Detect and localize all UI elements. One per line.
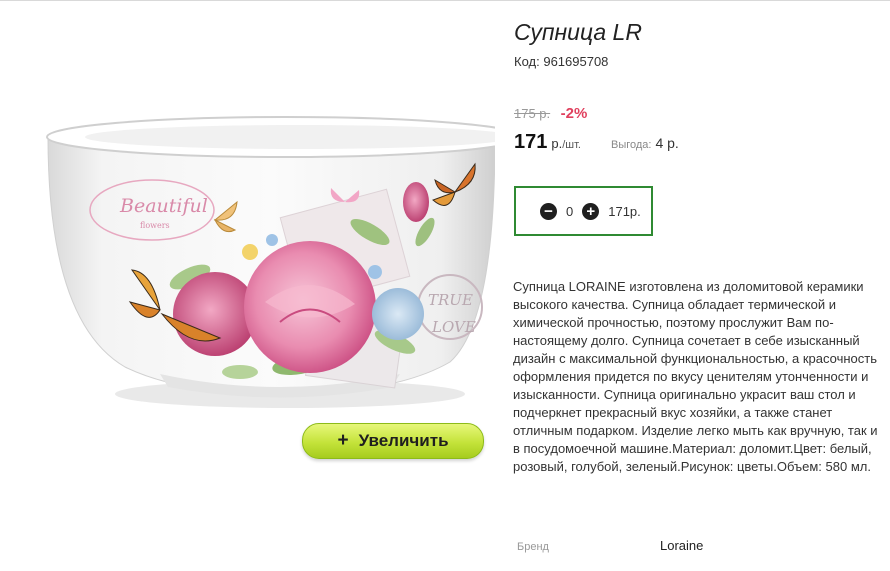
discount-badge: -2% (560, 105, 588, 122)
top-divider (0, 0, 890, 1)
old-price: 175 р. (514, 106, 551, 121)
image-label-beautiful: Beautiful (119, 195, 208, 217)
benefit-label: Выгода: (610, 139, 652, 151)
quantity-value[interactable]: 0 (566, 204, 573, 219)
brand-row: Бренд Loraine (517, 538, 703, 553)
plus-icon: + (337, 430, 349, 451)
product-code: Код: 961695708 (514, 54, 608, 69)
price-unit: р./шт. (551, 136, 581, 151)
image-label-love: LOVE (431, 318, 476, 336)
product-code-value: 961695708 (543, 54, 609, 69)
zoom-button[interactable]: + Увеличить (302, 423, 484, 459)
price-per-unit: /шт. (562, 139, 581, 151)
product-description: Супница LORAINE изготовлена из доломитов… (513, 279, 878, 474)
product-title: Супница LR (514, 19, 642, 45)
product-code-label: Код: (514, 54, 540, 69)
zoom-button-label: Увеличить (358, 431, 449, 450)
current-price: 171 (514, 131, 548, 153)
image-label-flowers: flowers (140, 221, 170, 230)
product-image[interactable]: Beautiful flowers TRUE LOVE (40, 82, 495, 474)
quantity-total: 171р. (608, 203, 641, 219)
quantity-stepper: − 0 + 171р. (514, 186, 653, 236)
image-label-true: TRUE (428, 291, 473, 309)
bowl-illustration: Beautiful flowers TRUE LOVE (46, 116, 495, 408)
brand-value: Loraine (660, 538, 704, 553)
minus-circle-icon[interactable]: − (540, 202, 557, 220)
benefit-value: 4 р. (655, 135, 679, 151)
price-block: 175 р. -2% 171 р./шт. Выгода: 4 р. (514, 105, 679, 154)
brand-label: Бренд (517, 541, 549, 553)
price-currency: р. (551, 136, 563, 151)
plus-circle-icon[interactable]: + (582, 202, 600, 220)
